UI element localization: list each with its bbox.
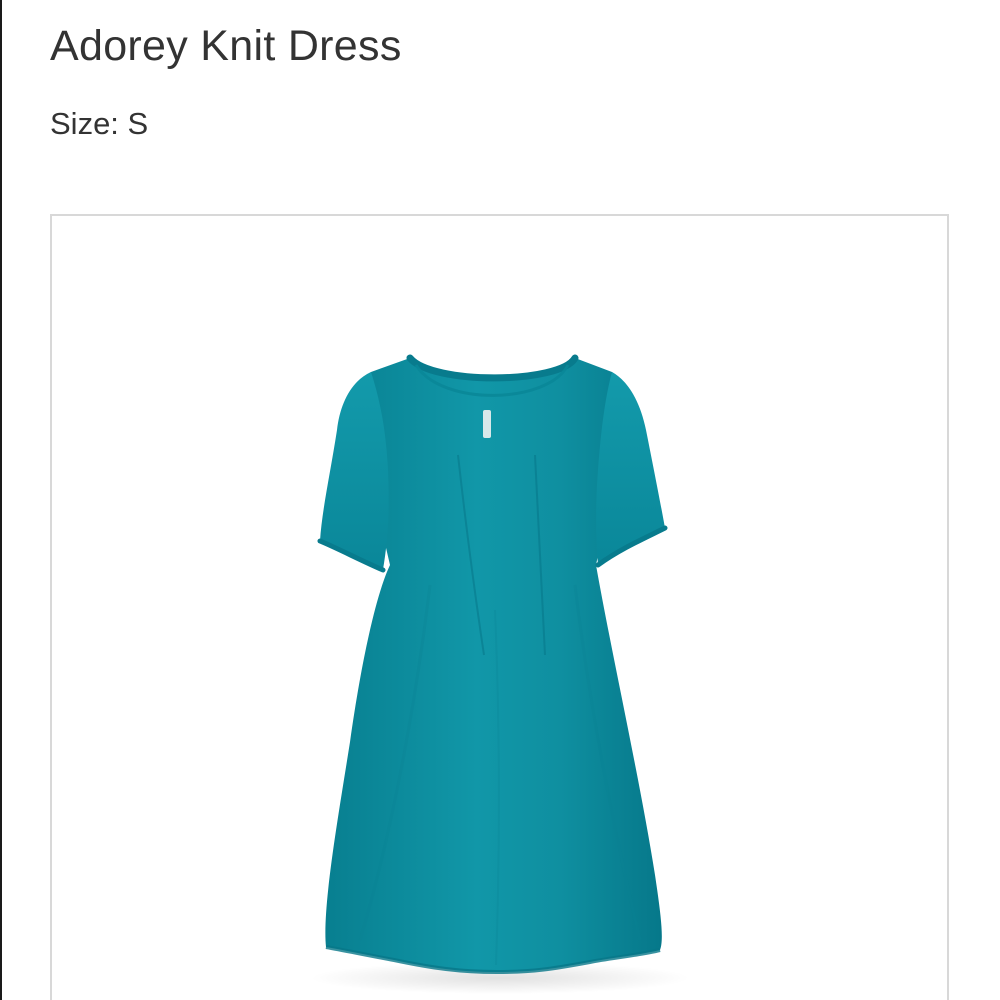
dress-tag xyxy=(483,410,491,438)
right-sleeve xyxy=(596,372,665,565)
left-sleeve xyxy=(320,372,389,570)
dress-image xyxy=(310,354,690,994)
